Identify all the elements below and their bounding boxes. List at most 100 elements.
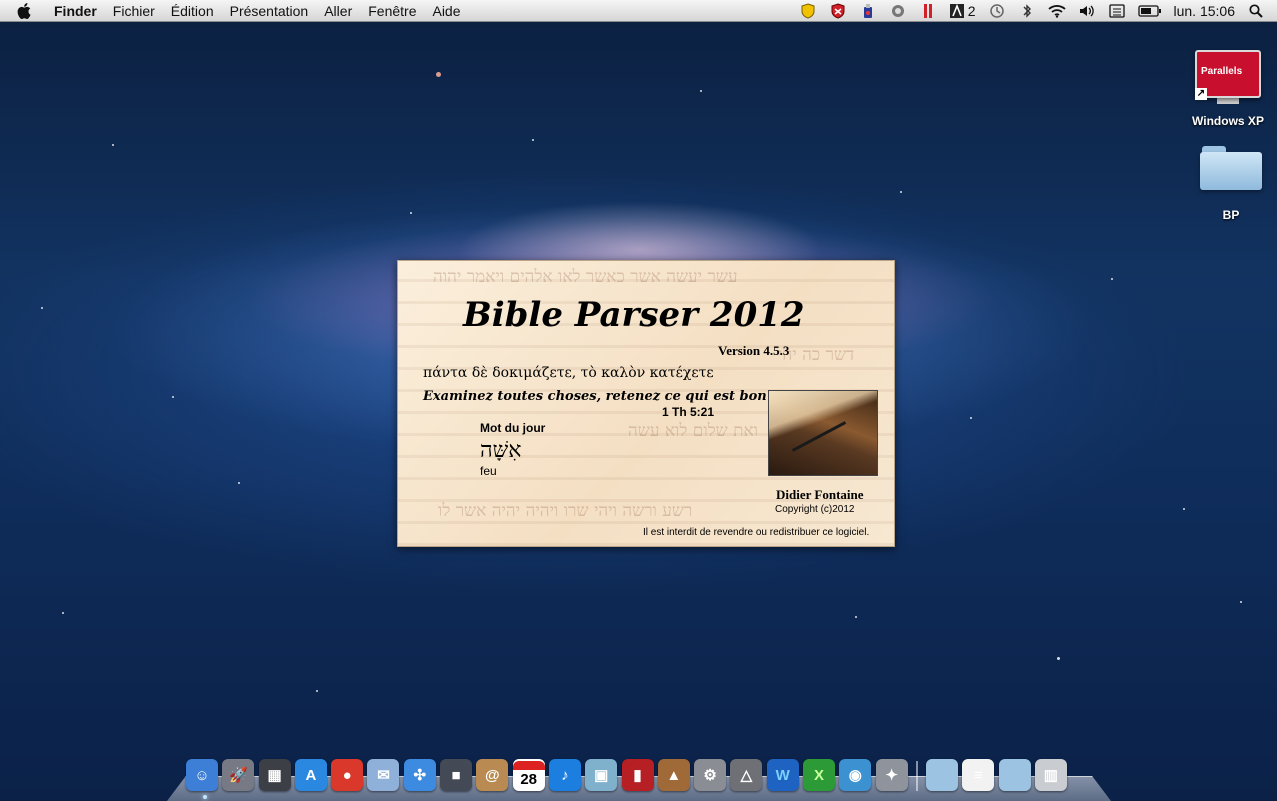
parchment-texture: ואת שלום לוא עשה bbox=[628, 421, 759, 441]
trash-icon[interactable]: ▥ bbox=[1034, 759, 1067, 791]
finder-glyph: ☺ bbox=[194, 766, 210, 784]
chrome-glyph: ● bbox=[342, 766, 352, 784]
photo-booth-glyph: ▮ bbox=[633, 767, 642, 784]
spotlight-search-icon[interactable] bbox=[1247, 3, 1265, 19]
parchment-texture: רשע ורשה ויהי שרו ויהיה יהיה אשר לו bbox=[438, 501, 693, 521]
terminal-icon[interactable]: △ bbox=[730, 759, 763, 791]
word-gloss: feu bbox=[480, 464, 497, 478]
menu-edition[interactable]: Édition bbox=[163, 0, 222, 22]
volume-icon[interactable] bbox=[1078, 3, 1096, 19]
usb-drive-icon[interactable] bbox=[859, 3, 877, 19]
author-name: Didier Fontaine bbox=[776, 487, 864, 502]
bluetooth-icon[interactable] bbox=[1018, 3, 1036, 19]
author-photo bbox=[768, 390, 878, 476]
facetime-icon[interactable]: ■ bbox=[440, 759, 473, 791]
verse-reference: 1 Th 5:21 bbox=[662, 405, 715, 419]
french-verse: Examinez toutes choses, retenez ce qui e… bbox=[423, 389, 767, 404]
calendar-day: 28 bbox=[520, 770, 538, 788]
license-warning: Il est interdit de revendre ou redistrib… bbox=[643, 527, 870, 538]
eye-settings-icon[interactable] bbox=[889, 3, 907, 19]
keyboard-viewer-icon[interactable] bbox=[1108, 3, 1126, 19]
parallels-status-icon[interactable] bbox=[919, 3, 937, 19]
parallels-vm-icon: Parallels ↗ bbox=[1195, 50, 1261, 100]
monitor-stand bbox=[1217, 98, 1239, 104]
network-glyph: ◉ bbox=[848, 767, 862, 784]
copyright-label: Copyright (c)2012 bbox=[775, 504, 855, 515]
launchpad-glyph: 🚀 bbox=[228, 767, 248, 784]
folder-icon bbox=[1200, 146, 1262, 190]
itunes-glyph: ♪ bbox=[561, 766, 569, 784]
documents-stack-glyph: ≡ bbox=[973, 766, 983, 784]
menu-presentation[interactable]: Présentation bbox=[222, 0, 317, 22]
mail-glyph: ✉ bbox=[377, 767, 390, 784]
applications-folder-icon[interactable] bbox=[925, 759, 958, 791]
photo-booth-icon[interactable]: ▮ bbox=[621, 759, 654, 791]
app-store-glyph: A bbox=[305, 766, 317, 784]
desktop-icon-windows-xp[interactable]: Parallels ↗ Windows XP bbox=[1185, 50, 1271, 128]
hebrew-word: אִשָּׁה bbox=[480, 438, 522, 463]
battery-icon[interactable] bbox=[1137, 3, 1162, 19]
dock: ☺ 🚀 ▦ A ● ✉ ✣ ■ @28 ♪ ▣ ▮ ▲ ⚙ △ W X ◉ ✦ ≡ ▥ bbox=[186, 751, 1071, 791]
finder-running-indicator bbox=[203, 795, 207, 799]
system-preferences-icon[interactable]: ⚙ bbox=[694, 759, 727, 791]
excel-glyph: X bbox=[814, 766, 825, 784]
menu-bar: Finder Fichier Édition Présentation Alle… bbox=[0, 0, 1277, 22]
adobe-updater-icon[interactable]: 2 bbox=[949, 3, 976, 19]
iphoto-glyph: ▲ bbox=[666, 766, 682, 784]
mail-icon[interactable]: ✉ bbox=[367, 759, 400, 791]
menu-fenetre[interactable]: Fenêtre bbox=[360, 0, 424, 22]
dock-separator bbox=[915, 761, 918, 791]
menu-aide[interactable]: Aide bbox=[424, 0, 468, 22]
excel-icon[interactable]: X bbox=[803, 759, 836, 791]
iphoto-icon[interactable]: ▲ bbox=[657, 759, 690, 791]
adobe-updater-count: 2 bbox=[967, 3, 976, 19]
menu-aller[interactable]: Aller bbox=[316, 0, 360, 22]
preview-icon[interactable]: ▣ bbox=[585, 759, 618, 791]
system-preferences-glyph: ⚙ bbox=[703, 767, 717, 784]
apple-icon[interactable] bbox=[16, 2, 32, 19]
mission-control-glyph: ▦ bbox=[267, 767, 282, 784]
mission-control-icon[interactable]: ▦ bbox=[258, 759, 291, 791]
time-machine-icon[interactable] bbox=[988, 3, 1006, 19]
app-title: Bible Parser 2012 bbox=[463, 295, 805, 335]
wifi-icon[interactable] bbox=[1047, 3, 1066, 19]
shield-yellow-icon[interactable] bbox=[799, 3, 817, 19]
trash-glyph: ▥ bbox=[1043, 767, 1058, 784]
word-icon[interactable]: W bbox=[766, 759, 799, 791]
version-label: Version 4.5.3 bbox=[718, 343, 790, 358]
parchment-texture: ﬠשר יעשה אשר כאשר לאו אלהים ויאמר יהוה bbox=[433, 267, 738, 287]
parchment-texture: ﬢשר כה יהי bbox=[778, 345, 855, 365]
safari-glyph: ✣ bbox=[413, 767, 427, 784]
menu-finder[interactable]: Finder bbox=[46, 0, 105, 22]
menu-fichier[interactable]: Fichier bbox=[105, 0, 163, 22]
directory-utility-glyph: ✦ bbox=[885, 767, 898, 784]
downloads-folder-icon[interactable] bbox=[998, 759, 1031, 791]
documents-stack-icon[interactable]: ≡ bbox=[962, 759, 995, 791]
safari-icon[interactable]: ✣ bbox=[403, 759, 436, 791]
shield-red-icon[interactable] bbox=[829, 3, 847, 19]
word-glyph: W bbox=[775, 766, 790, 784]
address-book-icon[interactable]: @ bbox=[476, 759, 509, 791]
calendar-icon[interactable]: 28 bbox=[512, 759, 545, 791]
greek-verse: πάντα δὲ δοκιμάζετε, τὸ καλὸν κατέχετε bbox=[423, 365, 714, 381]
terminal-glyph: △ bbox=[740, 767, 753, 784]
desktop-icon-bp[interactable]: BP bbox=[1198, 146, 1264, 222]
word-of-day-label: Mot du jour bbox=[480, 421, 546, 435]
desktop-icon-label: Windows XP bbox=[1192, 114, 1264, 128]
chrome-icon[interactable]: ● bbox=[331, 759, 364, 791]
app-store-icon[interactable]: A bbox=[294, 759, 327, 791]
alias-arrow-icon: ↗ bbox=[1195, 88, 1207, 100]
facetime-glyph: ■ bbox=[451, 766, 461, 784]
parallels-logo: Parallels bbox=[1201, 66, 1243, 77]
quill-pen-icon bbox=[791, 421, 847, 452]
menubar-clock[interactable]: lun. 15:06 bbox=[1174, 3, 1236, 19]
address-book-glyph: @ bbox=[485, 766, 500, 784]
bible-parser-splash[interactable]: ﬠשר יעשה אשר כאשר לאו אלהים ויאמר יהוה ﬢ… bbox=[397, 260, 895, 547]
launchpad-icon[interactable]: 🚀 bbox=[222, 759, 255, 791]
network-icon[interactable]: ◉ bbox=[839, 759, 872, 791]
directory-utility-icon[interactable]: ✦ bbox=[875, 759, 908, 791]
itunes-icon[interactable]: ♪ bbox=[548, 759, 581, 791]
status-area: 2 lun. 15:06 bbox=[793, 0, 1277, 22]
preview-glyph: ▣ bbox=[594, 767, 609, 784]
finder-icon[interactable]: ☺ bbox=[186, 759, 218, 791]
